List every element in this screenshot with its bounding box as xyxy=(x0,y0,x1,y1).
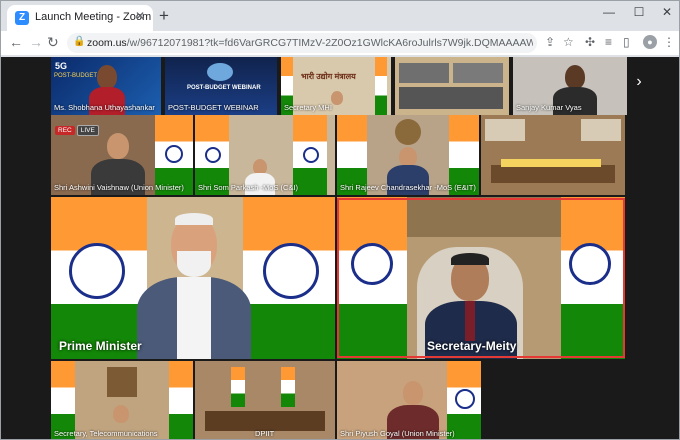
star-icon[interactable]: ☆ xyxy=(563,35,574,49)
maximize-button[interactable]: ☐ xyxy=(629,5,649,19)
browser-window: Z Launch Meeting - Zoom ✕ + — ☐ ✕ ← → ↻ … xyxy=(0,0,680,440)
chakra-icon xyxy=(205,147,221,163)
video-tile-secretary-meity[interactable]: Secretary-Meity xyxy=(337,197,625,359)
globe-icon xyxy=(207,63,233,81)
flower-arrangement xyxy=(501,159,601,167)
chakra-icon xyxy=(303,147,319,163)
address-bar[interactable]: 🔒 zoom.us/w/96712071981?tk=fd6VarGRCG7TI… xyxy=(67,33,537,53)
video-tile-1[interactable]: 5G POST-BUDGET Ms. Shobhana Uthayashanka… xyxy=(51,57,161,115)
close-window-button[interactable]: ✕ xyxy=(657,5,677,19)
video-tile-13[interactable]: DPIIT xyxy=(195,361,335,439)
flag xyxy=(281,367,295,407)
participant-hair xyxy=(175,213,213,225)
recording-indicator: REC LIVE xyxy=(55,119,101,136)
sidepanel-icon[interactable]: ▯ xyxy=(623,35,630,49)
wall-board xyxy=(485,119,525,141)
close-icon[interactable]: ✕ xyxy=(135,9,145,23)
participant-head xyxy=(113,405,129,423)
video-tile-9[interactable] xyxy=(481,115,625,195)
video-tile-2[interactable]: POST-BUDGET WEBINAR POST-BUDGET WEBINAR xyxy=(165,57,277,115)
flag xyxy=(231,367,245,407)
media-icon[interactable]: ≡ xyxy=(605,35,612,49)
url-text[interactable]: zoom.us/w/96712071981?tk=fd6VarGRCG7TIMz… xyxy=(87,37,533,49)
participant-name: Secretary, Telecommunications xyxy=(54,429,158,438)
live-badge: LIVE xyxy=(76,125,99,136)
minimize-button[interactable]: — xyxy=(599,5,619,19)
lock-icon[interactable]: 🔒 xyxy=(73,36,85,47)
banner-5g: 5G xyxy=(55,61,68,71)
url-path: /w/96712071981?tk=fd6VarGRCG7TIMzV-2Z0Oz… xyxy=(126,37,533,49)
participant-beard xyxy=(177,251,211,277)
url-domain: zoom.us xyxy=(87,37,127,49)
banner-title: POST-BUDGET WEBINAR xyxy=(187,85,261,91)
participant-name: Shri Ashwini Vaishnaw (Union Minister) xyxy=(54,183,184,192)
participant-name: Secretary-Meity xyxy=(427,339,517,353)
emblem-icon xyxy=(395,119,421,145)
conference-table xyxy=(205,411,325,431)
screen-grid xyxy=(399,87,503,109)
zoom-gallery: 5G POST-BUDGET Ms. Shobhana Uthayashanka… xyxy=(1,57,679,439)
participant-name: Shri Som Parkash -MoS (C&I) xyxy=(198,183,299,192)
chakra-icon xyxy=(263,243,319,299)
emblem-icon xyxy=(107,367,137,397)
screen-grid xyxy=(453,63,503,83)
share-icon[interactable]: ⇪ xyxy=(545,35,555,49)
flag-right xyxy=(375,57,387,115)
participant-hair xyxy=(451,253,489,265)
menu-icon[interactable]: ⋮ xyxy=(663,35,675,49)
screen-grid xyxy=(399,63,449,83)
hindi-banner: भारी उद्योग मंत्रालय xyxy=(301,72,356,81)
participant-name: POST-BUDGET WEBINAR xyxy=(168,103,259,112)
chakra-icon xyxy=(351,243,393,285)
chakra-icon xyxy=(165,145,183,163)
video-tile-prime-minister[interactable]: Prime Minister xyxy=(51,197,335,359)
banner-post: POST-BUDGET xyxy=(54,73,98,79)
participant-name: Shri Rajeev Chandrasekhar -MoS (E&IT) xyxy=(340,183,476,192)
tab-zoom[interactable]: Z Launch Meeting - Zoom ✕ xyxy=(7,5,153,31)
back-icon[interactable]: ← xyxy=(9,34,23,50)
participant-head xyxy=(565,65,585,89)
participant-name: Secretary MHI xyxy=(284,103,332,112)
video-tile-8[interactable]: Shri Rajeev Chandrasekhar -MoS (E&IT) xyxy=(337,115,479,195)
video-tile-4[interactable] xyxy=(395,57,509,115)
extensions-icon[interactable]: ✣ xyxy=(585,35,595,49)
wall-plaque xyxy=(407,197,561,237)
participant-head xyxy=(403,381,423,405)
video-tile-14[interactable]: Shri Piyush Goyal (Union Minister) xyxy=(337,361,481,439)
participant-name: Ms. Shobhana Uthayashankar xyxy=(54,103,155,112)
wall-board xyxy=(581,119,621,141)
participant-head xyxy=(399,147,417,167)
video-tile-5[interactable]: Sanjay Kumar Vyas xyxy=(513,57,627,115)
flag-right xyxy=(169,361,193,439)
participant-head xyxy=(331,91,343,105)
tab-title: Launch Meeting - Zoom xyxy=(35,11,152,23)
chakra-icon xyxy=(455,389,475,409)
participant-head xyxy=(97,65,117,89)
video-tile-6[interactable]: REC LIVE Shri Ashwini Vaishnaw (Union Min… xyxy=(51,115,193,195)
tab-bar: Z Launch Meeting - Zoom ✕ + — ☐ ✕ xyxy=(1,1,679,31)
participant-name: Prime Minister xyxy=(59,339,142,353)
chakra-icon xyxy=(69,243,125,299)
flag-left xyxy=(51,361,75,439)
participant-kurta xyxy=(177,277,211,359)
video-tile-7[interactable]: Shri Som Parkash -MoS (C&I) xyxy=(195,115,335,195)
video-tile-12[interactable]: Secretary, Telecommunications xyxy=(51,361,193,439)
new-tab-button[interactable]: + xyxy=(159,6,169,26)
conference-table xyxy=(491,165,615,183)
forward-icon[interactable]: → xyxy=(29,34,43,50)
next-page-button[interactable]: › xyxy=(627,62,651,102)
participant-tie xyxy=(465,301,475,341)
chakra-icon xyxy=(569,243,611,285)
participant-name: Shri Piyush Goyal (Union Minister) xyxy=(340,429,455,438)
rec-badge: REC xyxy=(55,126,75,135)
participant-name: Sanjay Kumar Vyas xyxy=(516,103,582,112)
participant-head xyxy=(107,133,129,159)
profile-avatar[interactable]: ● xyxy=(643,35,657,49)
browser-toolbar: ← → ↻ 🔒 zoom.us/w/96712071981?tk=fd6VarG… xyxy=(1,31,679,55)
video-tile-3[interactable]: भारी उद्योग मंत्रालय Secretary MHI xyxy=(281,57,391,115)
participant-name: DPIIT xyxy=(255,429,275,438)
reload-icon[interactable]: ↻ xyxy=(47,34,59,51)
zoom-icon: Z xyxy=(15,11,29,25)
